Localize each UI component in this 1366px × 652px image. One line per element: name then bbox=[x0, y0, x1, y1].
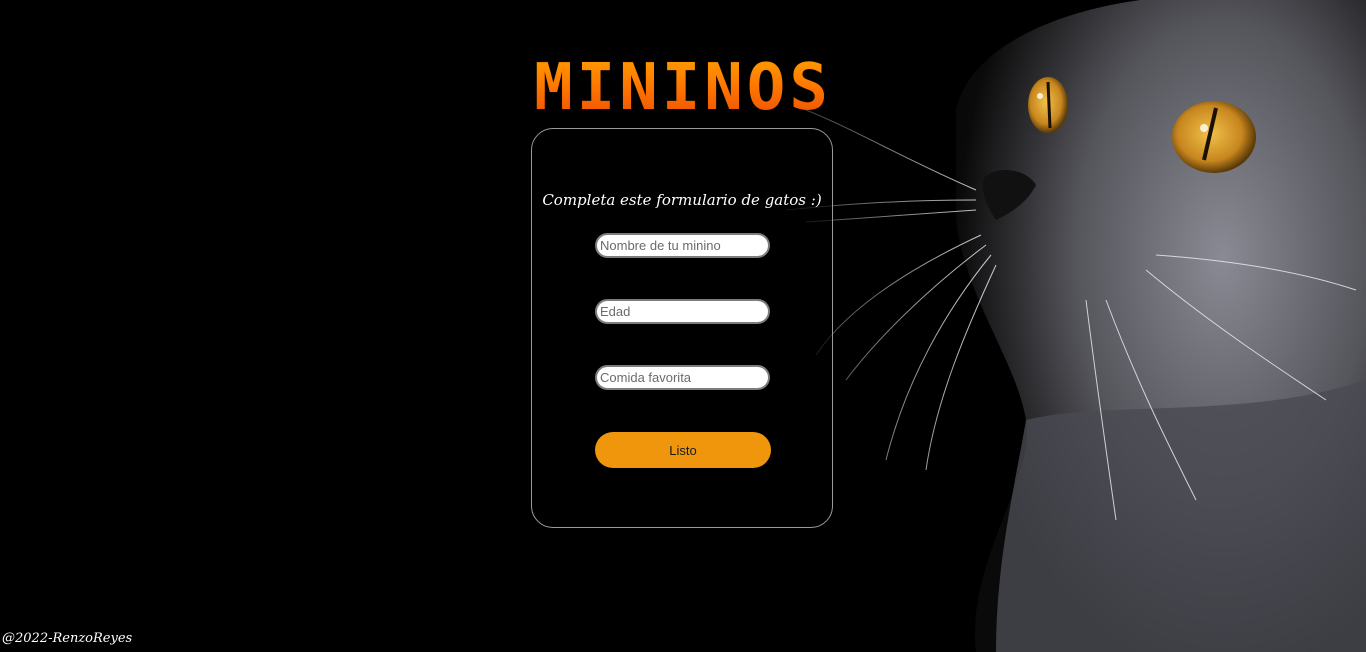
cat-name-input[interactable] bbox=[595, 233, 770, 258]
age-input[interactable] bbox=[595, 299, 770, 324]
cat-form-card: Completa este formulario de gatos :) Lis… bbox=[531, 128, 833, 528]
page-title: MININOS bbox=[0, 52, 1366, 124]
footer-credit: @2022-RenzoReyes bbox=[2, 631, 133, 646]
form-subtitle: Completa este formulario de gatos :) bbox=[542, 191, 822, 209]
favorite-food-input[interactable] bbox=[595, 365, 770, 390]
submit-button[interactable]: Listo bbox=[595, 432, 771, 468]
